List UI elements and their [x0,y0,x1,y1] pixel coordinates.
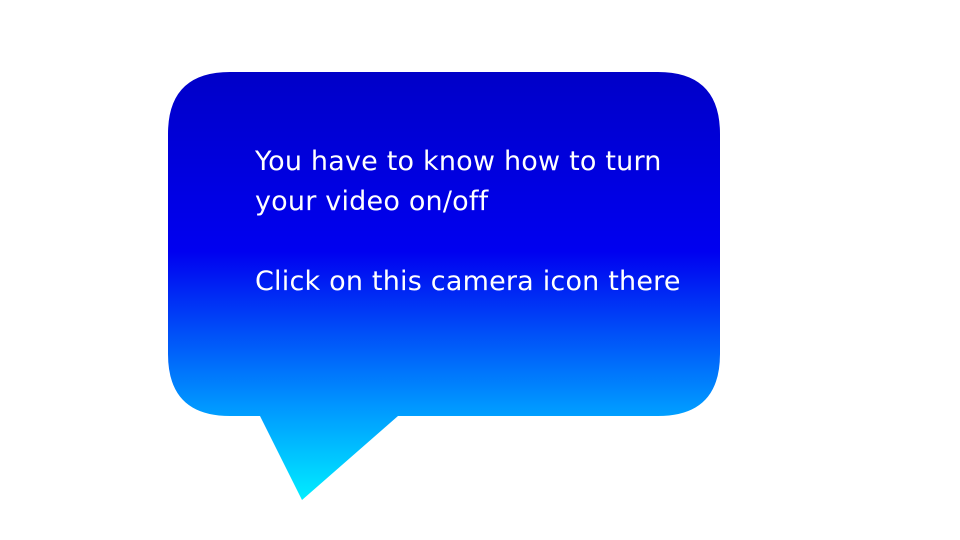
bubble-message: You have to know how to turn your video … [255,142,695,302]
bubble-message-line-2: Click on this camera icon there [255,266,681,297]
bubble-message-line-1: You have to know how to turn your video … [255,146,662,217]
